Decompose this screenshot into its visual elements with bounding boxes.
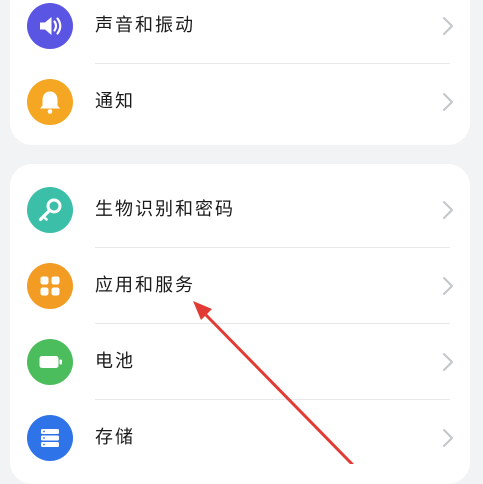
settings-item-label: 声音和振动 bbox=[95, 15, 195, 36]
settings-item-label: 生物识别和密码 bbox=[95, 199, 235, 220]
settings-item-apps-services[interactable]: 应用和服务 bbox=[10, 248, 470, 324]
settings-item-notifications[interactable]: 通知 bbox=[10, 64, 470, 140]
bell-icon bbox=[27, 79, 73, 125]
chevron-right-icon bbox=[443, 17, 453, 35]
settings-item-battery[interactable]: 电池 bbox=[10, 324, 470, 400]
chevron-right-icon bbox=[443, 93, 453, 111]
settings-group-sound-notifications: 声音和振动 通知 bbox=[10, 0, 470, 145]
chevron-right-icon bbox=[443, 201, 453, 219]
chevron-right-icon bbox=[443, 429, 453, 447]
speaker-icon bbox=[27, 3, 73, 49]
settings-item-biometrics-password[interactable]: 生物识别和密码 bbox=[10, 172, 470, 248]
settings-item-label: 应用和服务 bbox=[95, 275, 195, 296]
key-icon bbox=[27, 187, 73, 233]
apps-grid-icon bbox=[27, 263, 73, 309]
settings-item-sound-vibration[interactable]: 声音和振动 bbox=[10, 0, 470, 64]
settings-item-label: 存储 bbox=[95, 427, 135, 448]
settings-item-label: 电池 bbox=[95, 351, 135, 372]
chevron-right-icon bbox=[443, 353, 453, 371]
settings-item-storage[interactable]: 存储 bbox=[10, 400, 470, 476]
battery-icon bbox=[27, 339, 73, 385]
settings-item-label: 通知 bbox=[95, 91, 135, 112]
storage-icon bbox=[27, 415, 73, 461]
chevron-right-icon bbox=[443, 277, 453, 295]
settings-group-security-apps: 生物识别和密码 应用和服务 电池 存储 bbox=[10, 164, 470, 484]
